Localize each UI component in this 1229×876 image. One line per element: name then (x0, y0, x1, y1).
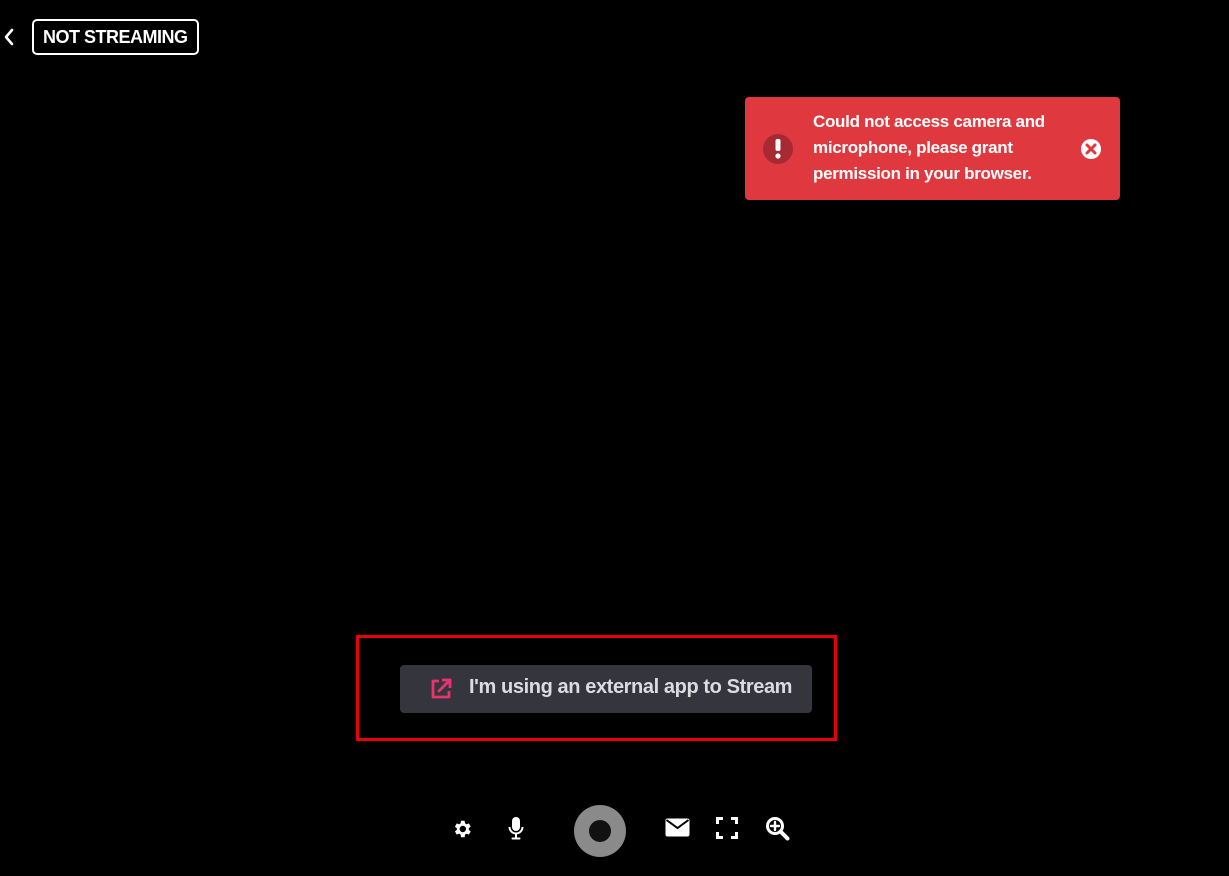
external-app-button[interactable]: I'm using an external app to Stream (400, 665, 812, 713)
settings-icon (454, 820, 471, 838)
zoom-in-icon (765, 816, 789, 840)
error-toast: Could not access camera and microphone, … (745, 97, 1120, 200)
toast-message: Could not access camera and microphone, … (813, 112, 1045, 183)
toast-close-button[interactable] (1080, 138, 1102, 160)
external-link-icon (431, 678, 452, 699)
microphone-icon (508, 817, 524, 840)
chevron-left-icon (4, 28, 14, 46)
message-icon (665, 818, 689, 836)
message-button[interactable] (664, 816, 690, 838)
fullscreen-icon (716, 817, 738, 839)
close-circle-icon (1081, 139, 1101, 159)
fullscreen-button[interactable] (715, 816, 739, 840)
record-button[interactable] (574, 805, 626, 857)
microphone-button[interactable] (505, 815, 527, 841)
stream-stage: NOT STREAMING Could not access camera an… (0, 0, 1229, 876)
exclamation-circle-icon (763, 134, 793, 164)
settings-button[interactable] (450, 817, 474, 841)
zoom-in-button[interactable] (764, 815, 790, 841)
back-button[interactable] (0, 24, 18, 50)
external-app-label: I'm using an external app to Stream (469, 676, 793, 698)
record-dot-icon (589, 820, 611, 842)
streaming-status-badge: NOT STREAMING (32, 19, 199, 55)
